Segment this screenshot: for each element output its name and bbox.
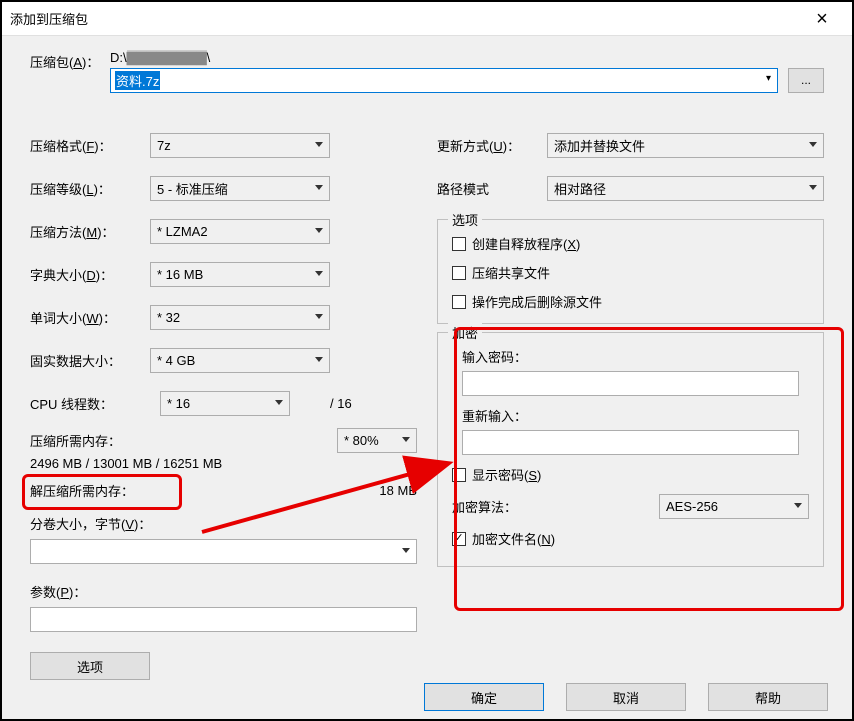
options-group: 选项 创建自释放程序(X) 压缩共享文件 操作完成后删除源文件 [437,219,824,324]
chevron-down-icon [402,548,410,553]
annotation-encryption-highlight [454,327,844,611]
mem-pct-select[interactable]: * 80% [337,428,417,453]
sfx-label: 创建自释放程序(X) [472,234,580,253]
delete-checkbox[interactable] [452,295,466,309]
dict-select[interactable]: * 16 MB [150,262,330,287]
mem-decomp-value: 18 MB [379,483,417,498]
format-value: 7z [157,138,171,153]
mem-comp-detail: 2496 MB / 13001 MB / 16251 MB [30,456,417,471]
update-value: 添加并替换文件 [554,136,645,155]
archive-filename-value: 资料.7z [115,71,160,90]
chevron-down-icon [315,314,323,319]
format-label: 压缩格式(F)： [30,136,150,155]
update-label: 更新方式(U)： [437,136,547,155]
solid-select[interactable]: * 4 GB [150,348,330,373]
archive-path-text: D:\▇▇▇▇▇▇▇▇\ [110,50,778,68]
split-label: 分卷大小，字节(V)： [30,514,417,533]
archive-label: 压缩包(A)： [30,50,100,71]
pathmode-value: 相对路径 [554,179,606,198]
archive-section: 压缩包(A)： D:\▇▇▇▇▇▇▇▇\ 资料.7z ▾ ... [2,36,852,93]
word-value: * 32 [157,310,180,325]
help-button[interactable]: 帮助 [708,683,828,711]
cpu-total: / 16 [330,396,352,411]
solid-value: * 4 GB [157,353,195,368]
method-value: * LZMA2 [157,224,208,239]
titlebar: 添加到压缩包 × [2,2,852,36]
chevron-down-icon [315,185,323,190]
ok-button[interactable]: 确定 [424,683,544,711]
chevron-down-icon [315,271,323,276]
method-label: 压缩方法(M)： [30,222,150,241]
method-select[interactable]: * LZMA2 [150,219,330,244]
dialog-title: 添加到压缩包 [10,9,800,28]
dialog-window: 添加到压缩包 × 压缩包(A)： D:\▇▇▇▇▇▇▇▇\ 资料.7z ▾ ..… [0,0,854,721]
delete-label: 操作完成后删除源文件 [472,292,602,311]
options-button[interactable]: 选项 [30,652,150,680]
share-checkbox[interactable] [452,266,466,280]
cpu-value: * 16 [167,396,190,411]
cpu-label: CPU 线程数： [30,394,150,413]
options-legend: 选项 [448,210,482,229]
dict-label: 字典大小(D)： [30,265,150,284]
cpu-select[interactable]: * 16 [160,391,290,416]
solid-label: 固实数据大小： [30,351,150,370]
mem-comp-label: 压缩所需内存： [30,431,337,450]
chevron-down-icon [809,142,817,147]
level-value: 5 - 标准压缩 [157,179,228,198]
param-label: 参数(P)： [30,582,417,601]
browse-button[interactable]: ... [788,68,824,93]
chevron-down-icon: ▾ [766,73,771,84]
chevron-down-icon [275,400,283,405]
format-select[interactable]: 7z [150,133,330,158]
level-label: 压缩等级(L)： [30,179,150,198]
chevron-down-icon [402,437,410,442]
update-select[interactable]: 添加并替换文件 [547,133,824,158]
word-label: 单词大小(W)： [30,308,150,327]
annotation-split-highlight [22,474,182,510]
cancel-button[interactable]: 取消 [566,683,686,711]
mem-pct-value: * 80% [344,433,379,448]
left-column: 压缩格式(F)： 7z 压缩等级(L)： 5 - 标准压缩 压缩方法(M)： *… [30,133,417,680]
sfx-checkbox[interactable] [452,237,466,251]
chevron-down-icon [315,228,323,233]
archive-filename-combo[interactable]: 资料.7z ▾ [110,68,778,93]
close-icon[interactable]: × [800,9,844,29]
word-select[interactable]: * 32 [150,305,330,330]
pathmode-select[interactable]: 相对路径 [547,176,824,201]
chevron-down-icon [315,142,323,147]
chevron-down-icon [315,357,323,362]
chevron-down-icon [809,185,817,190]
pathmode-label: 路径模式 [437,179,547,198]
level-select[interactable]: 5 - 标准压缩 [150,176,330,201]
split-size-combo[interactable] [30,539,417,564]
param-input[interactable] [30,607,417,632]
share-label: 压缩共享文件 [472,263,550,282]
footer-buttons: 确定 取消 帮助 [424,683,828,711]
dict-value: * 16 MB [157,267,203,282]
